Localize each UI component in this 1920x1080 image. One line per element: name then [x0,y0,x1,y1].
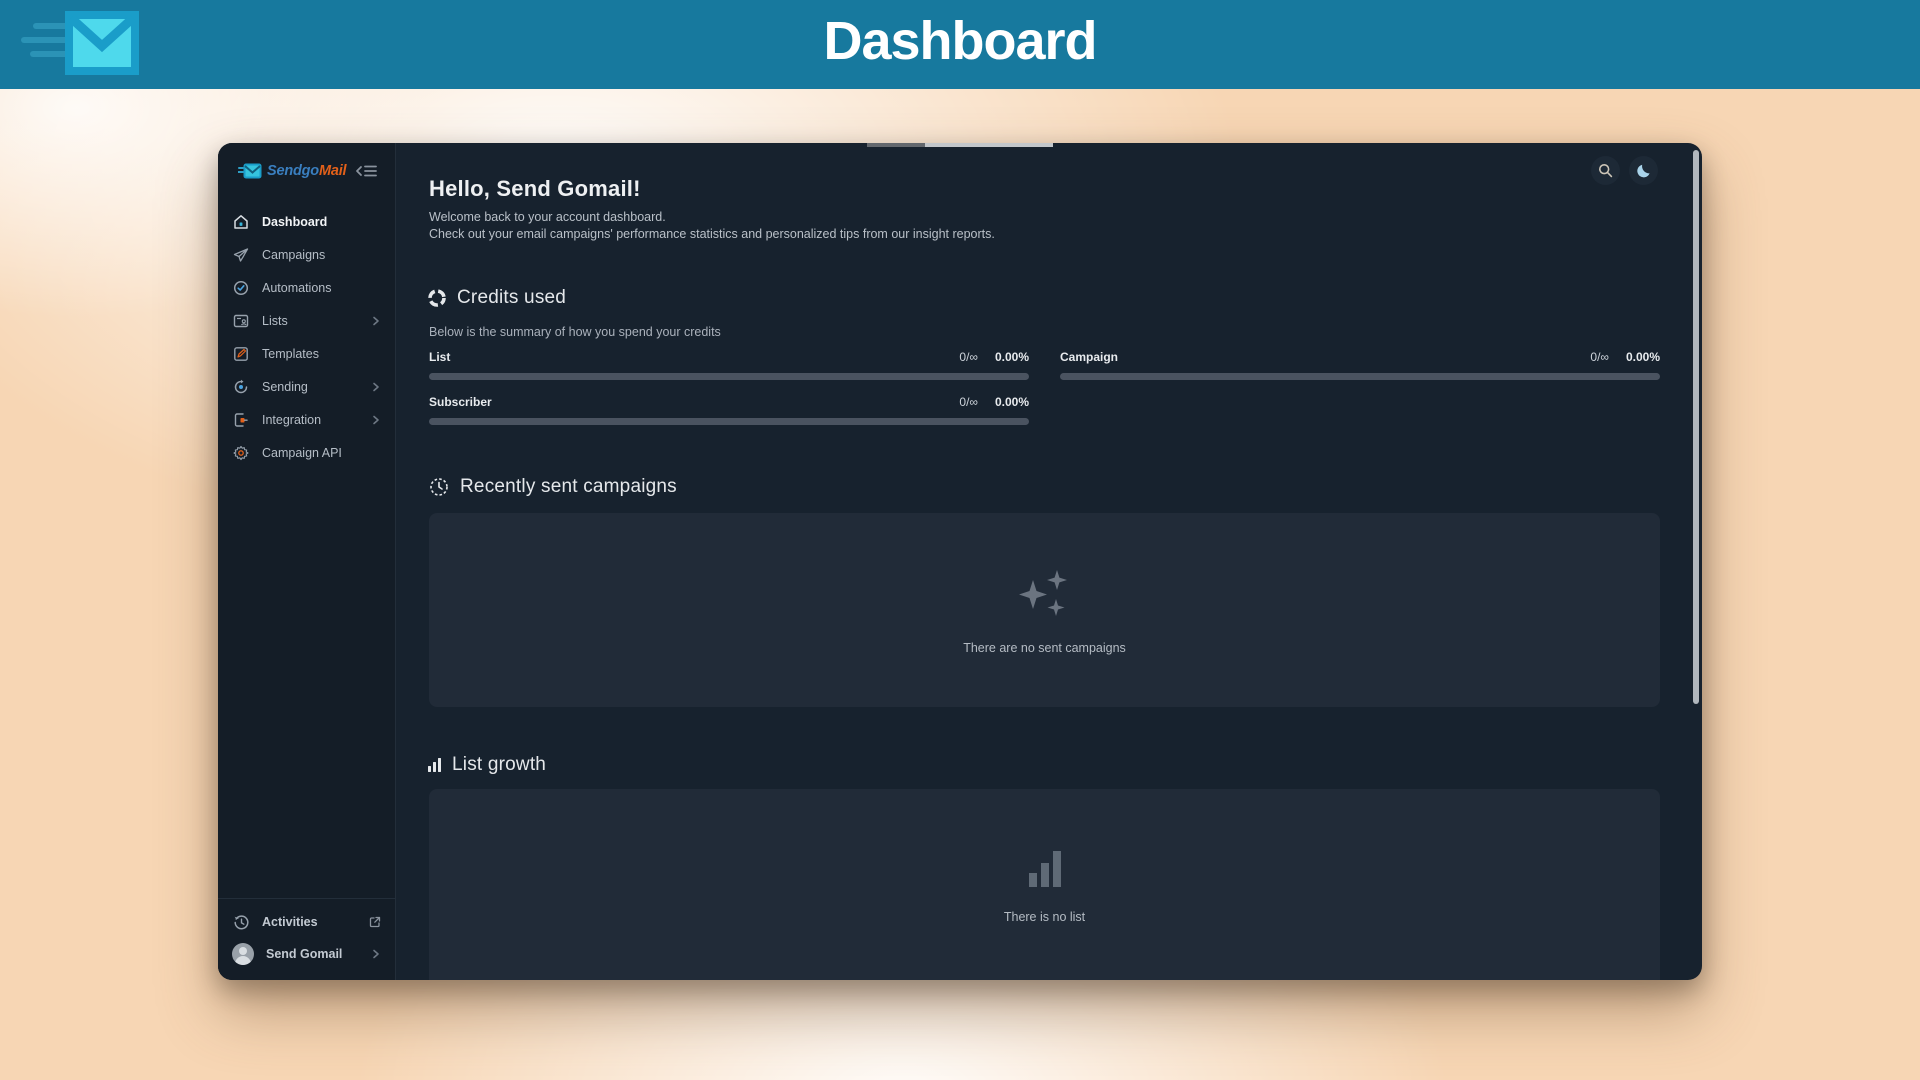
sidebar-item-label: Activities [262,915,318,929]
search-icon [1598,163,1613,178]
chevron-right-icon [371,949,381,959]
meter-percent: 0.00% [1626,350,1660,364]
empty-state-text: There is no list [1004,910,1085,924]
welcome-text: Welcome back to your account dashboard. … [429,209,995,243]
sidebar-item-lists[interactable]: Lists [218,304,395,337]
recent-campaigns-empty-card: There are no sent campaigns [429,513,1660,707]
chevron-right-icon [371,316,381,326]
sidebar-collapse-icon[interactable] [355,161,377,181]
sidebar-item-label: Campaigns [262,248,325,262]
sidebar-item-label: Dashboard [262,215,327,229]
welcome-line-2: Check out your email campaigns' performa… [429,226,995,243]
history-icon [232,913,250,931]
credits-meters: List 0/∞ 0.00% Campaign 0/∞ 0.00% [429,350,1660,425]
gear-icon [232,444,249,461]
empty-state-text: There are no sent campaigns [963,641,1126,655]
page-title: Dashboard [0,10,1920,72]
greeting-heading: Hello, Send Gomail! [429,176,641,202]
sidebar-item-templates[interactable]: Templates [218,337,395,370]
chevron-right-icon [371,415,381,425]
horizontal-scrollbar-thumb[interactable] [867,143,925,147]
meter-label: Subscriber [429,395,959,409]
app-logo[interactable]: SendgoMail [218,157,395,185]
recent-campaigns-header: Recently sent campaigns [429,476,677,498]
home-icon [232,213,249,230]
list-growth-header: List growth [427,754,546,776]
external-link-icon [369,916,381,928]
sparkles-icon [1016,566,1074,620]
sidebar-footer: Activities Send Gomail [218,898,395,980]
progress-bar [1060,373,1660,380]
chevron-right-icon [371,382,381,392]
paper-plane-icon [232,246,249,263]
meter-percent: 0.00% [995,395,1029,409]
sidebar-item-label: Integration [262,413,321,427]
meter-label: Campaign [1060,350,1590,364]
horizontal-scrollbar[interactable] [867,143,1053,147]
recent-campaigns-title: Recently sent campaigns [460,476,677,498]
progress-bar [429,418,1029,425]
list-growth-empty-card: There is no list [429,789,1660,980]
sidebar-item-label: Lists [262,314,288,328]
edit-icon [232,345,249,362]
credits-section-title: Credits used [457,287,566,309]
user-avatar [232,943,254,965]
contact-card-icon [232,312,249,329]
sidebar-item-dashboard[interactable]: Dashboard [218,205,395,238]
sidebar-item-account[interactable]: Send Gomail [218,938,395,970]
main-content: Hello, Send Gomail! Welcome back to your… [397,143,1702,980]
sidebar-item-activities[interactable]: Activities [218,906,395,938]
app-window: SendgoMail Dashboard [218,143,1702,980]
sidebar-item-campaigns[interactable]: Campaigns [218,238,395,271]
meter-value: 0/∞ [959,395,978,409]
sidebar-item-label: Sending [262,380,308,394]
moon-icon [1636,163,1652,179]
welcome-line-1: Welcome back to your account dashboard. [429,209,995,226]
sidebar-item-label: Campaign API [262,446,342,460]
clock-check-icon [232,279,249,296]
dark-mode-toggle[interactable] [1629,156,1658,185]
credit-meter-campaign: Campaign 0/∞ 0.00% [1060,350,1660,380]
vertical-scrollbar[interactable] [1693,150,1699,704]
sidebar-item-label: Automations [262,281,331,295]
credits-ring-icon [427,288,447,308]
horizontal-scrollbar-track[interactable] [925,143,1053,147]
top-banner: Dashboard [0,0,1920,89]
list-growth-title: List growth [452,754,546,776]
sidebar-nav: Dashboard Campaigns Automations [218,205,395,469]
sidebar-item-automations[interactable]: Automations [218,271,395,304]
desktop-background: Dashboard SendgoMail [0,0,1920,1080]
logo-part-sendgo: Sendgo [267,163,319,179]
sidebar-item-campaign-api[interactable]: Campaign API [218,436,395,469]
credits-subtitle: Below is the summary of how you spend yo… [429,325,721,339]
bar-chart-icon [427,756,443,774]
meter-value: 0/∞ [959,350,978,364]
clock-icon [429,477,449,497]
plug-icon [232,411,249,428]
meter-percent: 0.00% [995,350,1029,364]
search-button[interactable] [1591,156,1620,185]
app-logo-text: SendgoMail [267,163,346,179]
sidebar-item-integration[interactable]: Integration [218,403,395,436]
bars-empty-icon [1027,849,1063,889]
logo-part-mail: Mail [319,163,346,179]
account-name: Send Gomail [266,947,342,961]
sync-icon [232,378,249,395]
credit-meter-subscriber: Subscriber 0/∞ 0.00% [429,395,1029,425]
sidebar-item-sending[interactable]: Sending [218,370,395,403]
envelope-logo-icon [238,163,262,179]
sidebar-item-label: Templates [262,347,319,361]
meter-label: List [429,350,959,364]
credits-section-header: Credits used [427,287,566,309]
credit-meter-list: List 0/∞ 0.00% [429,350,1029,380]
meter-value: 0/∞ [1590,350,1609,364]
sidebar: SendgoMail Dashboard [218,143,396,980]
progress-bar [429,373,1029,380]
